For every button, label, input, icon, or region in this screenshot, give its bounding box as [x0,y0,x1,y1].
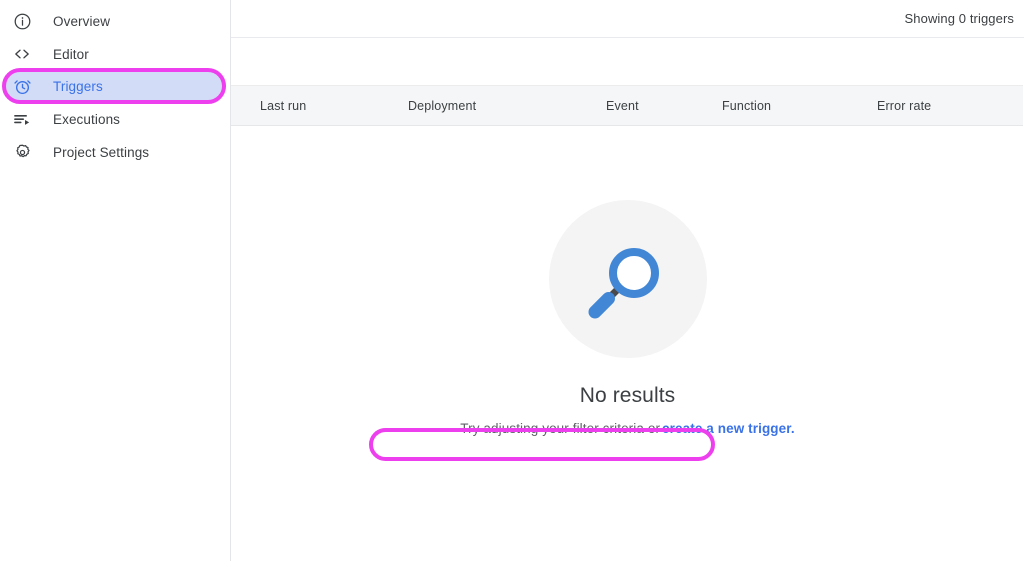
column-header-error-rate[interactable]: Error rate [877,99,931,113]
sidebar-item-triggers[interactable]: Triggers [4,71,226,101]
magnifying-glass-icon [548,200,707,358]
column-header-function[interactable]: Function [722,99,771,113]
sidebar-item-project-settings[interactable]: Project Settings [4,137,226,167]
sidebar: Overview Editor Triggers Executions Proj… [0,0,231,561]
showing-count-label: Showing 0 triggers [904,11,1014,26]
sidebar-item-label: Executions [53,111,121,127]
info-circle-icon [9,8,35,34]
sidebar-item-executions[interactable]: Executions [4,104,226,134]
sidebar-item-label: Triggers [53,78,103,94]
sidebar-item-label: Overview [53,13,111,29]
table-header-row: Last run Deployment Event Function Error… [231,85,1023,126]
gear-icon [9,139,35,165]
column-header-deployment[interactable]: Deployment [408,99,476,113]
column-header-last-run[interactable]: Last run [260,99,306,113]
empty-state-title: No results [579,384,676,407]
create-new-trigger-link[interactable]: create a new trigger. [662,421,795,436]
sidebar-item-label: Editor [53,46,89,62]
column-header-event[interactable]: Event [606,99,639,113]
empty-state-hint-text: Try adjusting your filter criteria or [460,421,661,436]
empty-state-hint: Try adjusting your filter criteria or cre… [460,421,794,436]
empty-state: No results Try adjusting your filter cri… [231,127,1024,436]
triggers-toolbar: Showing 0 triggers [231,0,1024,38]
alarm-clock-icon [9,73,35,99]
list-play-icon [9,106,35,132]
filter-strip [231,38,1024,85]
sidebar-item-editor[interactable]: Editor [4,39,226,69]
sidebar-item-label: Project Settings [53,144,150,160]
app-root: Overview Editor Triggers Executions Proj… [0,0,1024,561]
code-brackets-icon [9,41,35,67]
sidebar-item-overview[interactable]: Overview [4,6,226,36]
main-content: Showing 0 triggers Last run Deployment E… [231,0,1024,561]
